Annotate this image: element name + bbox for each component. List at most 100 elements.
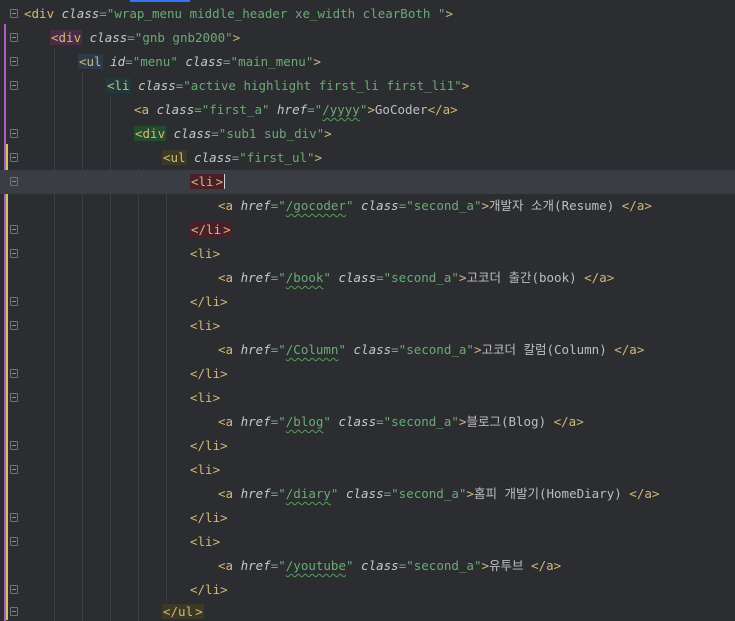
fold-icon[interactable] (10, 297, 18, 306)
tag-close: > (212, 390, 221, 405)
fold-icon[interactable] (10, 57, 18, 66)
tag-close: > (450, 102, 458, 117)
tag-close: > (644, 198, 652, 213)
tag-close: > (220, 582, 228, 597)
href-path: /blog (285, 414, 324, 429)
tag-end: </a (553, 414, 577, 429)
code-line[interactable]: <a href="/Column" class="second_a" > 고코더 칼… (0, 338, 735, 362)
fold-icon[interactable] (10, 33, 18, 42)
tag-open: <ul (78, 54, 103, 69)
tag-open: <a (218, 270, 234, 285)
href-path: /Column (285, 342, 339, 357)
attr-name: id (110, 54, 126, 69)
attr-name: class (345, 486, 384, 501)
code-line[interactable]: <a href="/gocoder" class="second_a">개발자 … (0, 194, 735, 218)
code-editor[interactable]: <div class="wrap_menu middle_header xe_w… (0, 0, 735, 621)
code-line[interactable]: <ul class="first_ul"> (0, 146, 735, 170)
attr-value: ="active highlight first_li first_li1" (175, 78, 462, 93)
fold-icon[interactable] (10, 81, 18, 90)
fold-icon[interactable] (10, 607, 18, 616)
attr-name: href (240, 414, 271, 429)
code-line[interactable]: <li> (0, 530, 735, 554)
attr-name: href (240, 558, 271, 573)
code-line[interactable]: <a href="/diary" class="second_a">홈피 개발기… (0, 482, 735, 506)
attr-value: =" (270, 270, 286, 285)
text-caret (224, 174, 226, 189)
code-line[interactable]: <a class="first_a" href="/yyyy">GoCoder<… (0, 98, 735, 122)
attr-value: ="second_a" (376, 414, 459, 429)
code-line[interactable]: </li> (0, 362, 735, 386)
attr-value: " (345, 558, 354, 573)
tag-close: > (576, 414, 584, 429)
fold-icon[interactable] (10, 177, 18, 186)
tag-end: </li (190, 510, 221, 525)
code-line[interactable]: <a href="/blog" class="second_a" > 블로그(Blo… (0, 410, 735, 434)
code-line[interactable]: </li> (0, 434, 735, 458)
tag-open: <li (106, 78, 131, 93)
tag-close: > (553, 558, 562, 573)
code-line[interactable]: </li> (0, 578, 735, 602)
tag-close: > (212, 246, 221, 261)
code-line[interactable]: <div class="wrap_menu middle_header xe_w… (0, 2, 735, 26)
link-text: 고코더 칼럼(Column) (481, 342, 615, 357)
fold-icon[interactable] (10, 441, 18, 450)
tag-open: <div (134, 126, 167, 141)
tag-close: > (212, 462, 221, 477)
fold-icon[interactable] (10, 537, 18, 546)
attr-value: =" (270, 342, 286, 357)
attr-name: href (240, 486, 271, 501)
tag-end: </li (190, 222, 223, 237)
code-line[interactable]: <div class="gnb gnb2000"> (0, 26, 735, 50)
tag-close: > (324, 126, 332, 141)
attr-name: class (338, 270, 377, 285)
code-line[interactable]: </li> (0, 218, 735, 242)
attr-value: =" (270, 414, 286, 429)
code-line-current[interactable]: <li > (0, 170, 735, 194)
code-line[interactable]: </li> (0, 290, 735, 314)
attr-name: class (338, 414, 377, 429)
tag-close: > (651, 486, 660, 501)
code-line[interactable]: <li> (0, 458, 735, 482)
attr-value: ="second_a" (383, 486, 467, 501)
code-line[interactable]: <a href="/youtube" class="second_a">유투브 … (0, 554, 735, 578)
code-line[interactable]: <li> (0, 242, 735, 266)
attr-name: href (277, 102, 308, 117)
link-text: 홈피 개발기(HomeDiary) (473, 486, 630, 501)
code-line[interactable]: </li> (0, 506, 735, 530)
code-line[interactable]: <ul id="menu" class="main_menu"> (0, 50, 735, 74)
tag-end: </ul (162, 604, 195, 619)
code-line[interactable]: <div class="sub1 sub_div"> (0, 122, 735, 146)
attr-name: class (156, 102, 195, 117)
href-path: /yyyy (322, 102, 360, 117)
fold-icon[interactable] (10, 225, 18, 234)
link-text: 유투브 (489, 558, 532, 573)
code-line[interactable]: <a href="/book" class="second_a" > 고코더 출간(… (0, 266, 735, 290)
tag-close: > (367, 102, 375, 117)
tag-open: <li (190, 390, 213, 405)
tag-end: </li (190, 582, 221, 597)
code-line[interactable]: <li class="active highlight first_li fir… (0, 74, 735, 98)
fold-icon[interactable] (10, 393, 18, 402)
code-line[interactable]: <li> (0, 386, 735, 410)
code-line[interactable]: <li> (0, 314, 735, 338)
fold-icon[interactable] (10, 249, 18, 258)
tag-open: <li (190, 174, 215, 189)
attr-value: =" (270, 198, 286, 213)
fold-icon[interactable] (10, 513, 18, 522)
tag-close: > (194, 604, 204, 619)
attr-value: ="first_a" (194, 102, 270, 117)
fold-icon[interactable] (10, 9, 18, 18)
attr-value: " (345, 198, 354, 213)
fold-icon[interactable] (10, 465, 18, 474)
attr-name: class (173, 126, 212, 141)
code-line[interactable]: </ul > (0, 600, 735, 621)
tag-open: <a (218, 558, 234, 573)
fold-icon[interactable] (10, 129, 18, 138)
href-path: /youtube (285, 558, 346, 573)
fold-icon[interactable] (10, 585, 18, 594)
fold-icon[interactable] (10, 369, 18, 378)
attr-value: ="second_a" (391, 342, 474, 357)
fold-icon[interactable] (10, 321, 18, 330)
fold-icon[interactable] (10, 153, 18, 162)
tag-end: </li (190, 366, 221, 381)
